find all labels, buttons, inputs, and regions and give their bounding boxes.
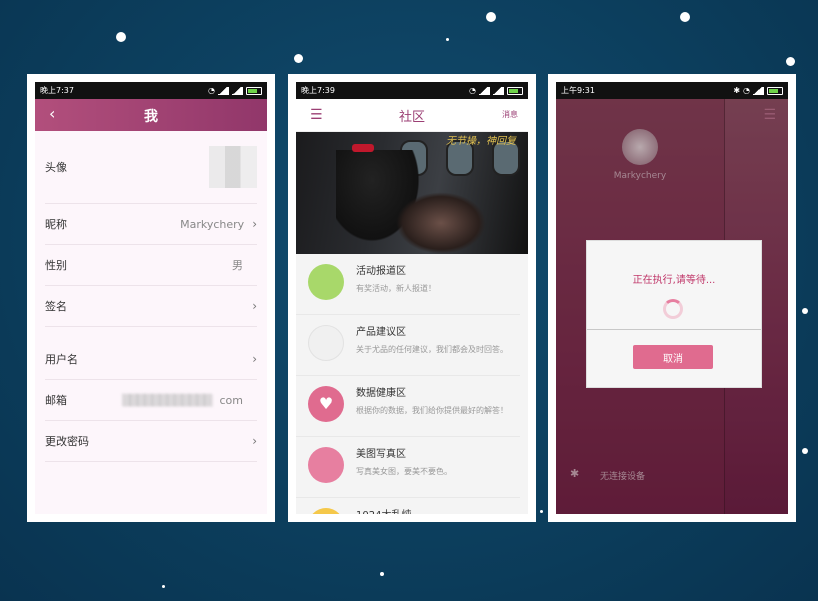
- battery-icon: [507, 86, 523, 95]
- row-email[interactable]: 邮箱 ▒▒▒▒▒▒▒▒▒▒▒▒ com: [45, 380, 257, 421]
- status-bar: 上午9:31 ✱ ◔: [556, 82, 788, 99]
- row-label: 性别: [45, 259, 67, 272]
- row-signature[interactable]: 签名 ›: [45, 286, 257, 327]
- pot-icon: [308, 508, 344, 514]
- gender-value: 男: [232, 259, 243, 272]
- row-avatar[interactable]: 头像: [45, 131, 257, 204]
- row-label: 更改密码: [45, 435, 89, 448]
- row-username[interactable]: 用户名 ›: [45, 339, 257, 380]
- progress-dialog: 正在执行,请等待... 取消: [586, 240, 762, 388]
- item-desc: 根据你的数据，我们给你提供最好的解答！: [356, 406, 508, 415]
- status-time: 晚上7:39: [301, 86, 335, 95]
- email-blurred: ▒▒▒▒▒▒▒▒▒▒▒▒: [121, 393, 213, 407]
- figure-icon: [308, 447, 344, 483]
- banner-image[interactable]: 无节操，神回复: [296, 132, 528, 254]
- decor-dot: [680, 12, 690, 22]
- decor-dot: [540, 510, 543, 513]
- status-time: 上午9:31: [561, 86, 595, 95]
- decor-dot: [380, 572, 384, 576]
- status-bar: 晚上7:39 ◔: [296, 82, 528, 99]
- decor-dot: [486, 12, 496, 22]
- phone-frame-community: 晚上7:39 ◔ ☰ 社区 消息 无节操，神回复 活动报道区 有奖活动，新人报道…: [288, 74, 536, 522]
- row-label: 头像: [45, 161, 67, 174]
- loading-screen: 上午9:31 ✱ ◔ ☰ Markychery ✱ 无连接设备 正在执行,请等待…: [556, 82, 788, 514]
- row-change-password[interactable]: 更改密码 ›: [45, 421, 257, 462]
- decor-dot: [802, 308, 808, 314]
- logo-icon: [308, 325, 344, 361]
- chevron-right-icon: ›: [252, 434, 257, 448]
- decor-dot: [294, 54, 303, 63]
- signal-icon: [479, 86, 490, 95]
- community-header: ☰ 社区 消息: [296, 99, 528, 132]
- wifi-icon: ◔: [208, 86, 215, 95]
- list-item-activity[interactable]: 活动报道区 有奖活动，新人报道！: [296, 254, 520, 315]
- item-title: 活动报道区: [356, 266, 406, 277]
- signal-icon: [753, 86, 764, 95]
- signal-icon: [232, 86, 243, 95]
- list-item-health[interactable]: ♥ 数据健康区 根据你的数据，我们给你提供最好的解答！: [296, 376, 520, 437]
- item-title: 数据健康区: [356, 388, 406, 399]
- divider: [587, 329, 761, 330]
- bluetooth-icon: ✱: [733, 86, 741, 95]
- chevron-right-icon: ›: [252, 299, 257, 313]
- item-desc: 有奖活动，新人报道！: [356, 284, 436, 293]
- chevron-right-icon: ›: [252, 217, 257, 231]
- chevron-right-icon: ›: [252, 352, 257, 366]
- row-label: 邮箱: [45, 394, 67, 407]
- item-title: 产品建议区: [356, 327, 406, 338]
- page-title: 社区: [398, 110, 425, 125]
- decor-dot: [802, 448, 808, 454]
- dialog-message: 正在执行,请等待...: [632, 275, 716, 286]
- nickname-value: Markychery: [180, 217, 245, 231]
- status-bar: 晚上7:37 ◔: [35, 82, 267, 99]
- battery-icon: [246, 86, 262, 95]
- messages-button[interactable]: 消息: [502, 109, 518, 120]
- community-screen: 晚上7:39 ◔ ☰ 社区 消息 无节操，神回复 活动报道区 有奖活动，新人报道…: [296, 82, 528, 514]
- phone-frame-profile: 晚上7:37 ◔ ‹ 我 头像 昵称 Markychery › 性别 男 签名 …: [27, 74, 275, 522]
- list-item-suggestion[interactable]: 产品建议区 关于尤品的任何建议，我们都会及时回答。: [296, 315, 520, 376]
- status-time: 晚上7:37: [40, 86, 74, 95]
- decor-dot: [162, 585, 165, 588]
- row-label: 用户名: [45, 353, 78, 366]
- profile-screen: 晚上7:37 ◔ ‹ 我 头像 昵称 Markychery › 性别 男 签名 …: [35, 82, 267, 514]
- row-label: 签名: [45, 300, 67, 313]
- list-item-photos[interactable]: 美图写真区 写真美女图，要美不要色。: [296, 437, 520, 498]
- profile-list: 头像 昵称 Markychery › 性别 男 签名 › 用户名 › 邮箱 ▒▒…: [35, 131, 267, 514]
- row-gender[interactable]: 性别 男: [45, 245, 257, 286]
- item-desc: 写真美女图，要美不要色。: [356, 467, 452, 476]
- decor-dot: [116, 32, 126, 42]
- avatar[interactable]: [209, 146, 257, 188]
- decor-dot: [446, 38, 449, 41]
- banner-caption: 无节操，神回复: [446, 136, 516, 147]
- wifi-icon: ◔: [469, 86, 476, 95]
- cancel-button[interactable]: 取消: [633, 345, 713, 369]
- heart-icon: ♥: [308, 386, 344, 422]
- row-label: 昵称: [45, 218, 67, 231]
- phone-frame-loading: 上午9:31 ✱ ◔ ☰ Markychery ✱ 无连接设备 正在执行,请等待…: [548, 74, 796, 522]
- battery-icon: [767, 86, 783, 95]
- item-title: 1024大乱炖: [356, 506, 411, 514]
- page-title: 我: [144, 109, 158, 125]
- item-title: 美图写真区: [356, 449, 406, 460]
- profile-header: ‹ 我: [35, 99, 267, 131]
- gift-icon: [308, 264, 344, 300]
- spinner-icon: [663, 299, 683, 319]
- list-item-1024[interactable]: 1024大乱炖: [296, 498, 520, 514]
- signal-icon: [218, 86, 229, 95]
- item-desc: 关于尤品的任何建议，我们都会及时回答。: [356, 345, 508, 354]
- row-nickname[interactable]: 昵称 Markychery ›: [45, 204, 257, 245]
- signal-icon: [493, 86, 504, 95]
- email-value: com: [219, 393, 244, 407]
- decor-dot: [786, 57, 795, 66]
- wifi-icon: ◔: [743, 86, 750, 95]
